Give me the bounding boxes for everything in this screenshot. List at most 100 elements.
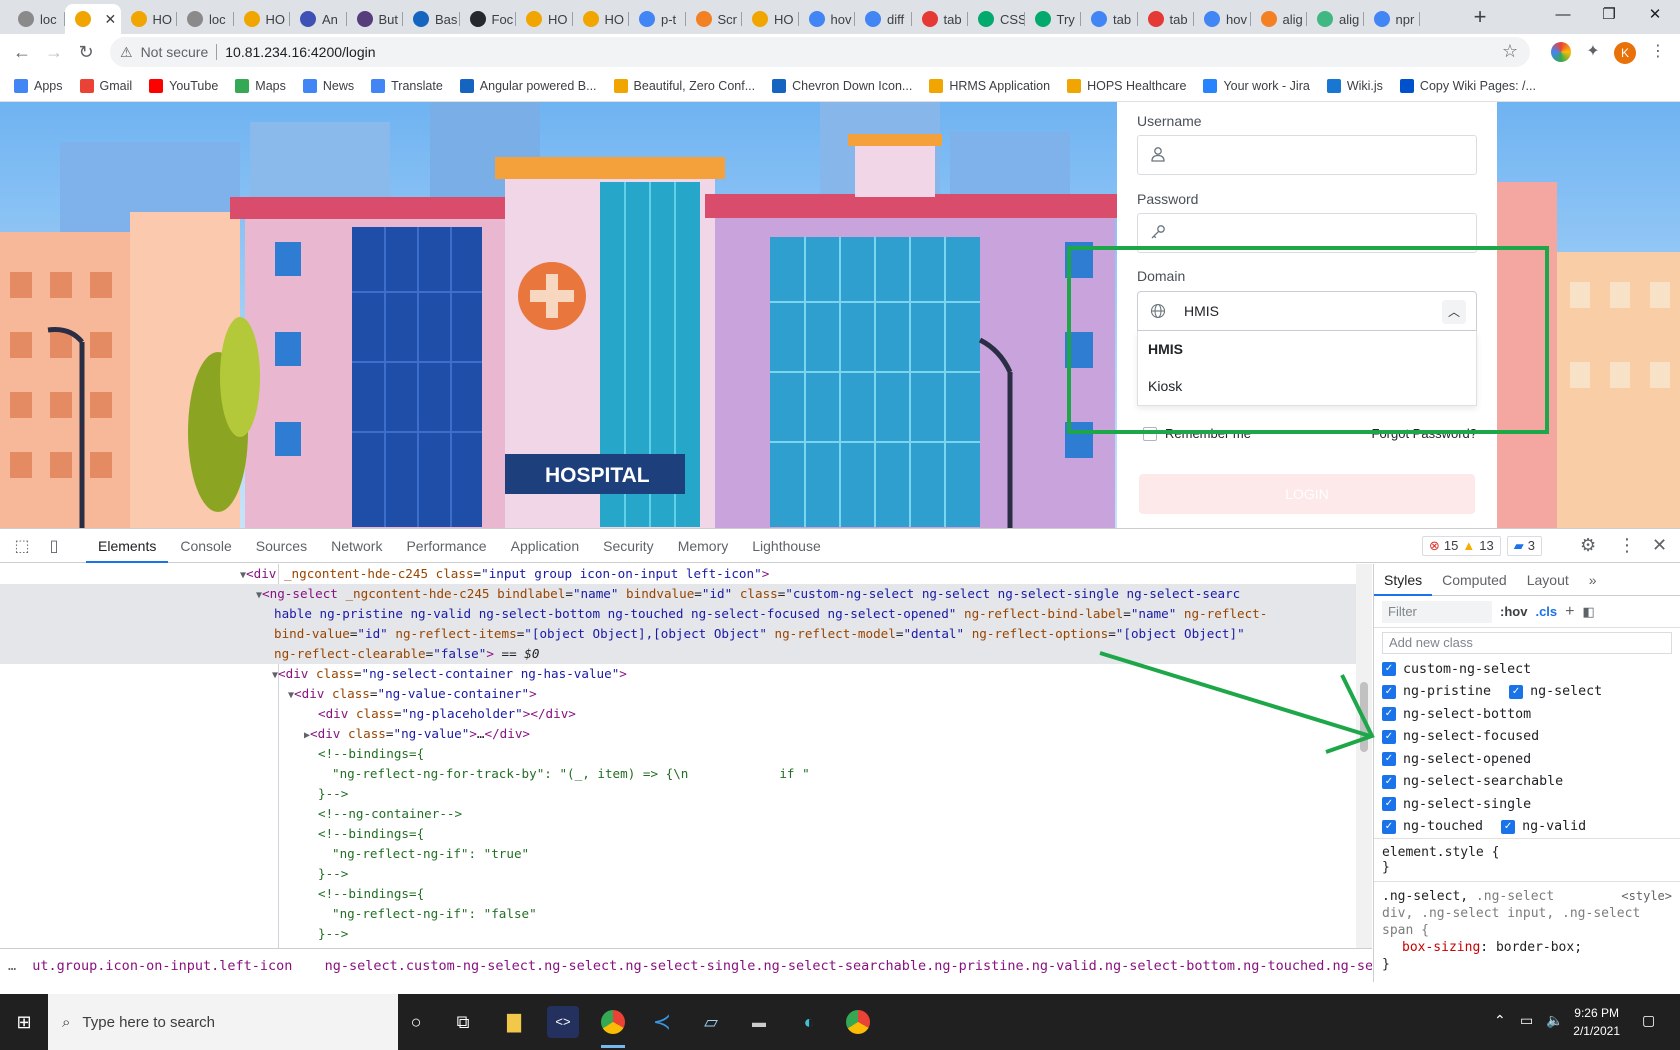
bookmark-item[interactable]: Gmail	[79, 78, 132, 93]
devtools-menu-icon[interactable]: ⋮	[1618, 535, 1636, 556]
dom-tree-line[interactable]: <!--bindings={	[0, 824, 1356, 844]
class-toggle[interactable]: ✓ ng-select	[1509, 684, 1602, 699]
css-value[interactable]: border-box;	[1496, 940, 1582, 955]
browser-tab[interactable]: loc	[8, 4, 65, 34]
task-view-icon[interactable]: ⧉	[447, 1006, 479, 1038]
message-badge[interactable]: ▰ 3	[1506, 536, 1542, 556]
checkbox-checked-icon[interactable]: ✓	[1382, 819, 1396, 834]
devtools-tab-application[interactable]: Application	[499, 529, 592, 563]
toggle-sidebar-icon[interactable]: ◧	[1582, 604, 1594, 620]
device-toolbar-icon[interactable]: ▯	[44, 536, 64, 556]
tab-more[interactable]: »	[1579, 564, 1607, 596]
class-toggle[interactable]: ✓ custom-ng-select	[1382, 662, 1531, 677]
chrome-icon[interactable]	[842, 1006, 874, 1038]
dom-tree-line[interactable]: <!--bindings={	[0, 884, 1356, 904]
chrome-icon[interactable]	[597, 1006, 629, 1048]
dom-tree-line[interactable]: <div class="ng-placeholder"></div>	[0, 704, 1356, 724]
devtools-close-icon[interactable]: ✕	[1652, 535, 1667, 556]
dom-tree-line[interactable]: ▶<div class="ng-value">…</div>	[0, 724, 1356, 744]
profile-avatar[interactable]: K	[1614, 42, 1636, 64]
class-toggle[interactable]: ✓ ng-select-searchable	[1382, 774, 1563, 789]
browser-tab[interactable]: npr	[1364, 4, 1421, 34]
devtools-tab-lighthouse[interactable]: Lighthouse	[740, 529, 833, 563]
dom-tree-line[interactable]: "ng-reflect-ng-for-track-by": "(_, item)…	[0, 764, 1356, 784]
dom-tree-line[interactable]: "ng-reflect-ng-if": "true"	[0, 844, 1356, 864]
browser-tab[interactable]: tab	[1138, 4, 1195, 34]
browser-tab[interactable]: HO	[121, 4, 178, 34]
file-explorer-icon[interactable]: ▇	[498, 1006, 530, 1038]
color-extension-icon[interactable]	[1551, 42, 1571, 62]
dom-tree-line[interactable]: ng-reflect-clearable="false"> == $0	[0, 644, 1356, 664]
bookmark-item[interactable]: YouTube	[149, 78, 218, 93]
vscode-icon[interactable]: ≺	[646, 1006, 678, 1038]
class-toggle[interactable]: ✓ ng-select-bottom	[1382, 707, 1531, 722]
checkbox-checked-icon[interactable]: ✓	[1382, 684, 1396, 699]
class-toggle[interactable]: ✓ ng-touched	[1382, 819, 1483, 834]
bookmark-item[interactable]: HRMS Application	[929, 78, 1050, 93]
class-toggle[interactable]: ✓ ng-valid	[1501, 819, 1586, 834]
browser-tab[interactable]: hov	[1194, 4, 1251, 34]
add-class-input[interactable]: Add new class	[1382, 632, 1672, 654]
browser-tab[interactable]: Foc	[460, 4, 517, 34]
bookmark-item[interactable]: News	[302, 78, 354, 93]
checkbox-checked-icon[interactable]: ✓	[1501, 819, 1516, 834]
breadcrumb-item[interactable]: ut.group.icon-on-input.left-icon	[32, 958, 292, 974]
browser-tab[interactable]: HO	[516, 4, 573, 34]
terminal-icon[interactable]: ▬	[743, 1006, 775, 1038]
address-bar[interactable]: ⚠ Not secure 10.81.234.16:4200/login ☆	[110, 37, 1530, 67]
close-window-button[interactable]: ✕	[1632, 0, 1678, 34]
checkbox-checked-icon[interactable]: ✓	[1382, 662, 1396, 677]
bookmark-item[interactable]: Wiki.js	[1326, 78, 1383, 93]
dom-tree-line[interactable]: ▼<div class="ng-select-container ng-has-…	[0, 664, 1356, 684]
notification-icon[interactable]: ▢	[1642, 1012, 1655, 1029]
browser-tab[interactable]: p-t	[629, 4, 686, 34]
login-button[interactable]: LOGIN	[1139, 474, 1475, 514]
browser-tab[interactable]: alig	[1251, 4, 1308, 34]
devtools-tab-security[interactable]: Security	[591, 529, 666, 563]
edge-icon[interactable]: ◐	[793, 1006, 825, 1038]
bookmark-item[interactable]: Your work - Jira	[1203, 78, 1310, 93]
dom-tree-code[interactable]: ▼<div _ngcontent-hde-c245 class="input g…	[0, 564, 1356, 948]
browser-tab[interactable]: CSS	[968, 4, 1025, 34]
bookmark-item[interactable]: Apps	[14, 78, 63, 93]
code-editor-icon[interactable]: <>	[547, 1006, 579, 1038]
browser-tab[interactable]: tab	[912, 4, 969, 34]
css-property[interactable]: box-sizing	[1402, 940, 1480, 955]
bookmark-star-icon[interactable]: ☆	[1502, 41, 1518, 62]
browser-tab[interactable]: Scr	[686, 4, 743, 34]
inspect-element-icon[interactable]: ⬚	[12, 536, 32, 556]
browser-tab[interactable]: ✕	[64, 4, 121, 34]
tab-styles[interactable]: Styles	[1374, 564, 1433, 596]
username-field[interactable]	[1137, 135, 1477, 175]
browser-tab[interactable]: loc	[177, 4, 234, 34]
checkbox-checked-icon[interactable]: ✓	[1509, 684, 1524, 699]
browser-tab[interactable]: hov	[799, 4, 856, 34]
settings-gear-icon[interactable]: ⚙	[1580, 535, 1596, 556]
reload-button[interactable]: ↻	[72, 38, 100, 66]
breadcrumb-item-selected[interactable]: ng-select.custom-ng-select.ng-select.ng-…	[325, 958, 1372, 974]
devtools-tab-console[interactable]: Console	[168, 529, 243, 563]
browser-tab[interactable]: diff	[855, 4, 912, 34]
devtools-tab-network[interactable]: Network	[319, 529, 394, 563]
error-badge[interactable]: ⊗ 15 ▲ 13	[1422, 536, 1501, 556]
hov-toggle[interactable]: :hov	[1500, 604, 1527, 619]
checkbox-checked-icon[interactable]: ✓	[1382, 707, 1396, 722]
dom-tree-line[interactable]: bind-value="id" ng-reflect-items="[objec…	[0, 624, 1356, 644]
forward-button[interactable]: →	[40, 38, 68, 66]
element-style-rule[interactable]: element.style { }	[1374, 838, 1680, 881]
dom-tree-line[interactable]: <!--ng-container-->	[0, 804, 1356, 824]
devtools-tab-sources[interactable]: Sources	[244, 529, 319, 563]
elements-tree[interactable]: ▼<div _ngcontent-hde-c245 class="input g…	[0, 564, 1372, 948]
checkbox-checked-icon[interactable]: ✓	[1382, 729, 1396, 744]
taskbar-search[interactable]: ⌕ Type here to search	[48, 994, 398, 1050]
network-icon[interactable]: ▭	[1520, 1012, 1533, 1029]
browser-tab[interactable]: Bas	[403, 4, 460, 34]
styles-filter-input[interactable]: Filter	[1382, 600, 1492, 623]
browser-tab[interactable]: An	[290, 4, 347, 34]
bookmark-item[interactable]: Beautiful, Zero Conf...	[613, 78, 755, 93]
browser-tab[interactable]: But	[347, 4, 404, 34]
class-toggle[interactable]: ✓ ng-select-focused	[1382, 729, 1539, 744]
dom-tree-line[interactable]: }-->	[0, 924, 1356, 944]
class-toggle[interactable]: ✓ ng-pristine	[1382, 684, 1491, 699]
elements-scrollbar[interactable]	[1356, 564, 1372, 948]
